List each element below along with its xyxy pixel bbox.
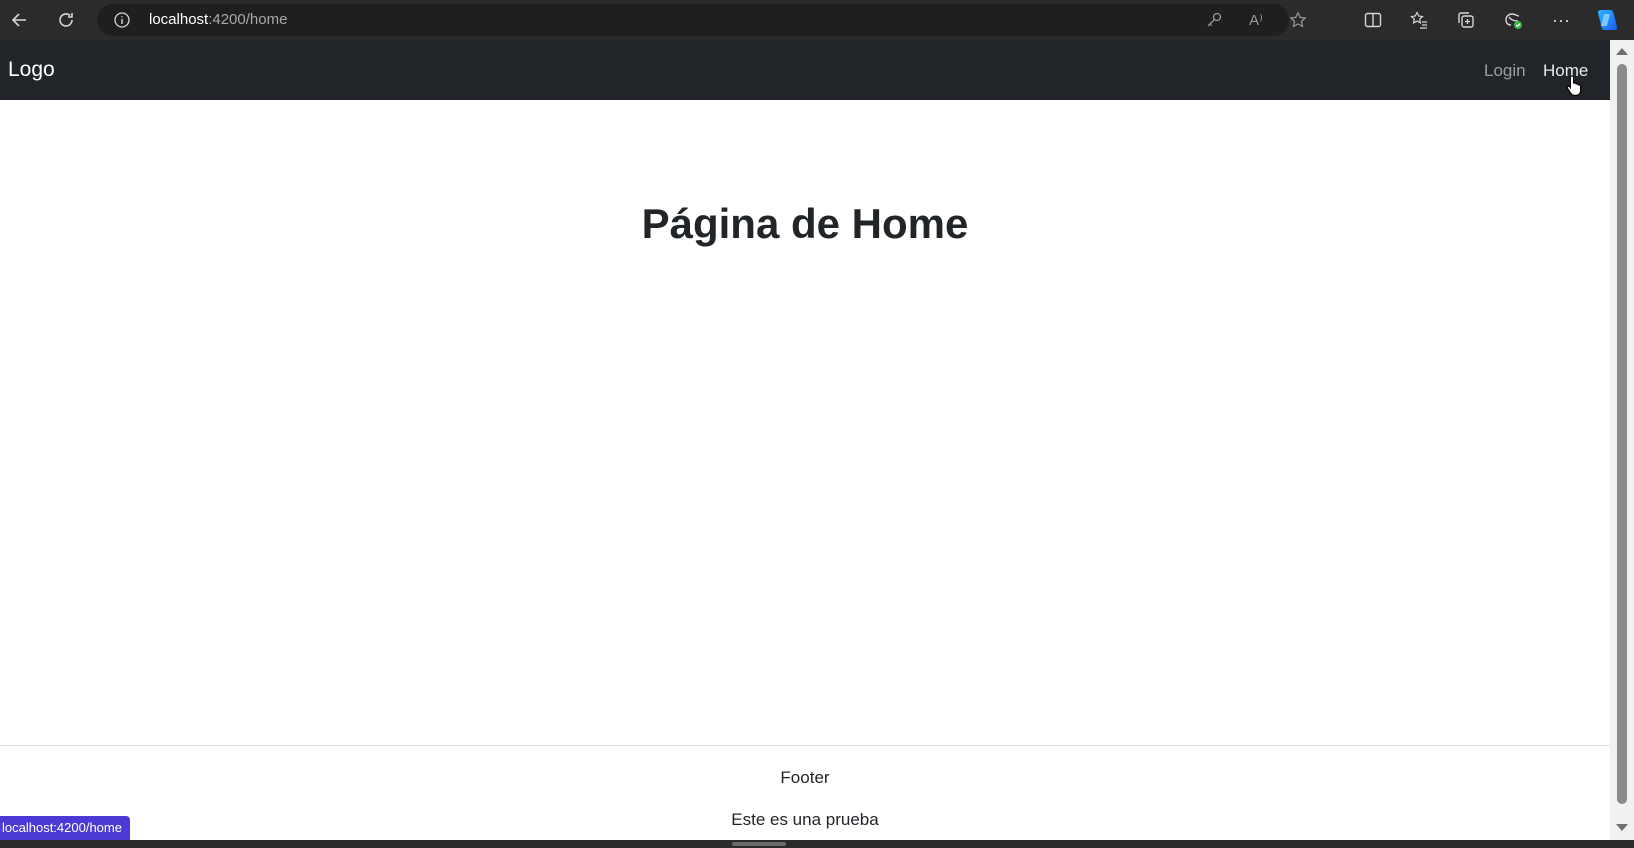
key-icon[interactable] <box>1204 10 1224 30</box>
hand-cursor-icon <box>1566 75 1582 96</box>
link-preview-status: localhost:4200/home <box>0 816 130 840</box>
footer-heading: Footer <box>780 768 830 787</box>
copilot-button[interactable] <box>1590 4 1622 36</box>
url-text[interactable]: localhost:4200/home <box>149 11 287 28</box>
read-aloud-icon[interactable]: A⁾ <box>1246 10 1266 30</box>
more-options-icon: ··· <box>1552 10 1570 30</box>
refresh-icon <box>59 13 73 27</box>
browser-essentials-icon <box>1505 13 1522 29</box>
horizontal-scroll-strip <box>0 840 1634 848</box>
footer-text: Este es una prueba <box>731 810 879 829</box>
scroll-up-arrow-icon[interactable] <box>1616 48 1628 55</box>
split-screen-icon <box>1364 12 1382 28</box>
copilot-icon <box>1597 10 1618 30</box>
url-host: localhost <box>149 11 209 28</box>
more-options-button[interactable]: ··· <box>1545 4 1577 36</box>
browser-toolbar: localhost:4200/home A⁾ ··· <box>0 0 1634 40</box>
favorites-list-icon <box>1410 11 1427 29</box>
split-screen-button[interactable] <box>1357 4 1389 36</box>
url-path: :4200/home <box>208 11 288 28</box>
refresh-button[interactable] <box>50 4 82 36</box>
scroll-down-arrow-icon[interactable] <box>1616 824 1628 831</box>
page-footer: Footer Este es una prueba <box>0 745 1610 841</box>
address-bar[interactable]: localhost:4200/home A⁾ <box>97 4 1307 36</box>
favorites-button[interactable] <box>1403 4 1435 36</box>
scroll-thumb[interactable] <box>1617 64 1627 804</box>
nav-link-login[interactable]: Login <box>1484 61 1526 81</box>
app-navbar: Logo Login Home <box>0 40 1610 100</box>
collections-button[interactable] <box>1450 4 1482 36</box>
navbar-brand[interactable]: Logo <box>8 58 55 82</box>
back-button[interactable] <box>4 4 36 36</box>
back-arrow-icon <box>11 13 26 27</box>
site-info-icon[interactable] <box>114 12 130 28</box>
horizontal-scroll-thumb[interactable] <box>732 842 786 846</box>
vertical-scrollbar[interactable] <box>1610 40 1634 840</box>
browser-essentials-button[interactable] <box>1497 4 1529 36</box>
collections-icon <box>1458 12 1474 28</box>
page-title: Página de Home <box>641 200 969 247</box>
favorite-star-icon[interactable] <box>1288 10 1308 30</box>
